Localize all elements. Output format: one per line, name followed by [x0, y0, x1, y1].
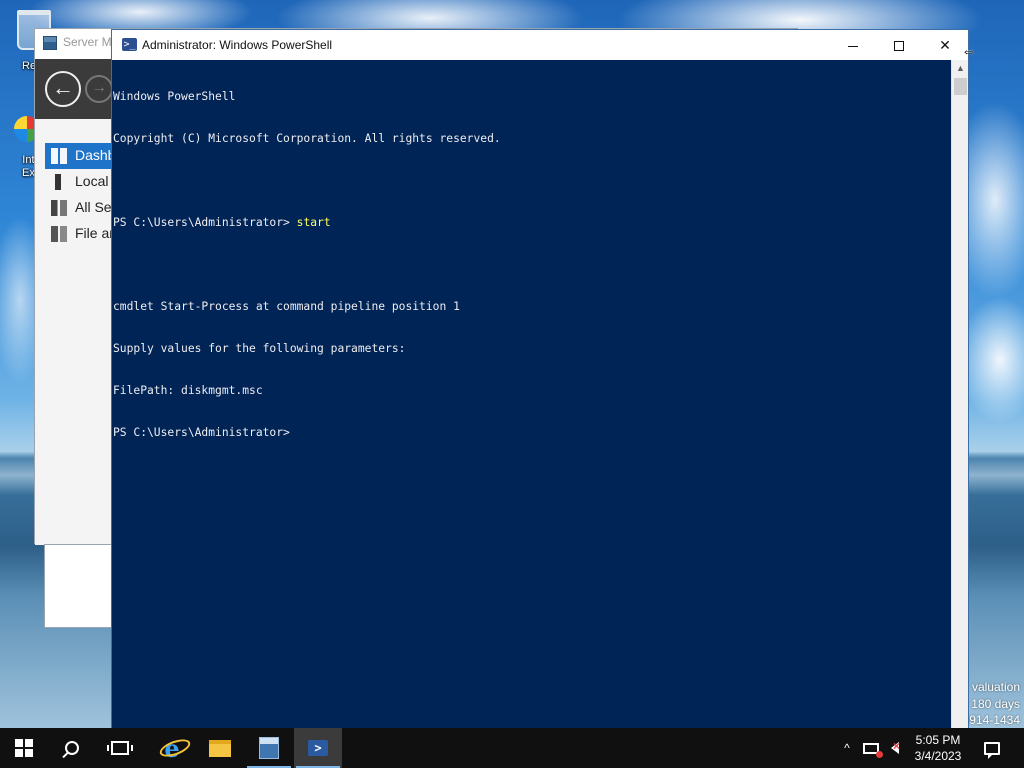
network-disconnected-icon [863, 742, 883, 758]
powershell-titlebar[interactable]: >_ Administrator: Windows PowerShell ✕ [112, 30, 968, 60]
notification-icon [984, 741, 1000, 759]
vertical-scrollbar[interactable]: ▲ [951, 60, 968, 728]
console-command: start [296, 216, 331, 229]
powershell-icon: >_ [122, 38, 137, 51]
taskbar-file-explorer[interactable] [196, 728, 244, 768]
internet-explorer-icon: e [164, 733, 180, 763]
taskbar-server-manager[interactable] [245, 728, 293, 768]
taskbar-internet-explorer[interactable]: e [148, 728, 196, 768]
minimize-icon [848, 45, 858, 47]
maximize-icon [894, 41, 904, 52]
console-output[interactable]: Windows PowerShell Copyright (C) Microso… [112, 60, 952, 728]
window-title: Administrator: Windows PowerShell [142, 38, 333, 52]
local-server-icon [55, 174, 61, 190]
volume-muted-icon [891, 739, 900, 754]
forward-button[interactable]: → [85, 75, 113, 103]
all-servers-icon [51, 200, 67, 216]
ie-shortcut-label-line1: Int [22, 154, 35, 166]
volume-tray-button[interactable] [884, 728, 906, 768]
minimize-button[interactable] [830, 30, 876, 60]
clock-date: 3/4/2023 [914, 749, 962, 763]
dashboard-icon [51, 148, 67, 164]
console-line: FilePath: diskmgmt.msc [113, 384, 263, 397]
ie-shortcut-label: Int Ex [22, 154, 35, 180]
console-line: Copyright (C) Microsoft Corporation. All… [113, 132, 501, 145]
console-line-prompt: PS C:\Users\Administrator> start [113, 216, 951, 230]
console-line: Supply values for the following paramete… [113, 342, 406, 355]
network-tray-button[interactable] [860, 728, 883, 768]
powershell-window[interactable]: >_ Administrator: Windows PowerShell ✕ W… [111, 29, 969, 728]
start-button[interactable] [0, 728, 48, 768]
scrollbar-thumb[interactable] [954, 78, 967, 95]
evaluation-watermark-line3: 0914-1434 [962, 713, 1020, 727]
file-explorer-icon [209, 739, 231, 757]
chevron-up-icon: ^ [844, 741, 850, 755]
powershell-icon: > [308, 740, 328, 756]
resize-cursor-icon: ⇔ [961, 43, 977, 60]
console-current-prompt[interactable]: PS C:\Users\Administrator> [113, 426, 951, 440]
action-center-button[interactable] [972, 728, 1012, 768]
taskbar-powershell[interactable]: > [294, 728, 342, 768]
sidebar-item-label: File ar [75, 225, 114, 241]
evaluation-watermark-line1: valuation [971, 680, 1020, 694]
forward-arrow-icon: → [91, 79, 107, 96]
taskbar: e > ^ 5:05 PM 3/4/2023 [0, 728, 1024, 768]
server-manager-icon [259, 737, 279, 759]
server-manager-sidebar: Dashb Local S All Ser File ar [35, 119, 125, 545]
task-view-icon [107, 741, 133, 755]
search-button[interactable] [48, 728, 96, 768]
back-arrow-icon: ← [52, 75, 74, 100]
show-hidden-icons-button[interactable]: ^ [838, 728, 856, 768]
task-view-button[interactable] [96, 728, 144, 768]
server-manager-content-panel [44, 544, 114, 628]
scroll-up-arrow-icon[interactable]: ▲ [952, 60, 969, 77]
console-line: Windows PowerShell [113, 90, 236, 103]
back-button[interactable]: ← [45, 71, 81, 107]
maximize-button[interactable] [876, 30, 922, 60]
server-manager-icon [43, 36, 57, 50]
ie-shortcut-label-line2: Ex [22, 167, 35, 179]
console-prompt: PS C:\Users\Administrator> [113, 216, 297, 229]
evaluation-watermark-line2: r 180 days [963, 697, 1020, 711]
clock-time: 5:05 PM [915, 733, 961, 747]
windows-logo-icon [15, 739, 33, 757]
sidebar-item-label: Dashb [75, 147, 116, 163]
file-storage-icon [51, 226, 67, 242]
search-icon [65, 741, 79, 755]
close-icon: ✕ [939, 37, 951, 53]
console-line: cmdlet Start-Process at command pipeline… [113, 300, 460, 313]
clock[interactable]: 5:05 PM 3/4/2023 [906, 728, 970, 768]
